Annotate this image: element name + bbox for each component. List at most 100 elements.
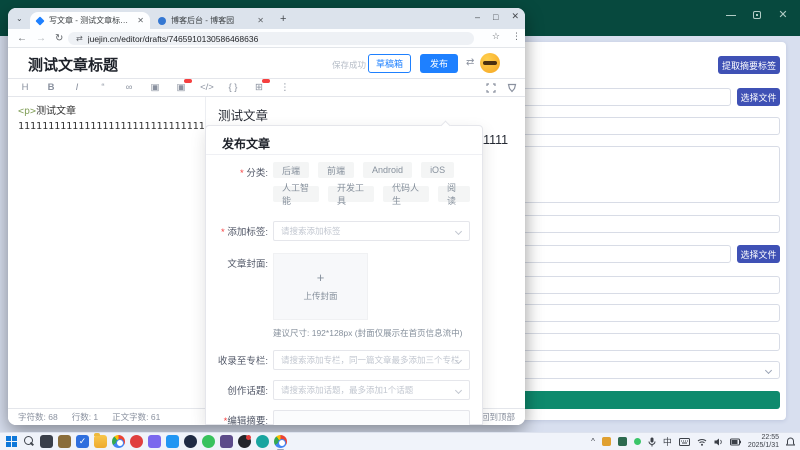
blockquote-icon[interactable]: “ bbox=[96, 82, 110, 93]
tab-search-icon[interactable]: ⌄ bbox=[16, 15, 24, 23]
close-icon[interactable]: ✕ bbox=[778, 10, 788, 20]
minimize-icon[interactable] bbox=[726, 10, 736, 20]
category-tag-codelife[interactable]: 代码人生 bbox=[383, 186, 429, 202]
chevron-down-icon bbox=[455, 228, 462, 235]
chrome-icon[interactable] bbox=[112, 435, 125, 448]
dialog-title: 发布文章 bbox=[222, 135, 270, 152]
tray-time: 22:55 bbox=[748, 434, 779, 442]
volume-icon[interactable] bbox=[714, 438, 723, 446]
reload-icon[interactable]: ↻ bbox=[55, 33, 63, 44]
column-label: 收录至专栏: bbox=[206, 350, 268, 370]
category-tag-ai[interactable]: 人工智能 bbox=[273, 186, 319, 202]
line-count: 行数: 1 bbox=[72, 412, 98, 422]
tray-shield-icon[interactable] bbox=[618, 437, 627, 446]
url-text[interactable]: juejin.cn/editor/drafts/7465910130586468… bbox=[88, 34, 259, 44]
minimize-icon[interactable]: – bbox=[475, 12, 480, 22]
bookmark-star-icon[interactable]: ☆ bbox=[492, 31, 500, 42]
markdown-source-pane[interactable]: <p>测试文章 11111111111111111111111111111111… bbox=[8, 97, 205, 408]
github-desktop-icon[interactable] bbox=[220, 435, 233, 448]
close-tab-icon[interactable]: ✕ bbox=[257, 16, 264, 25]
taskbar-app-red[interactable] bbox=[130, 435, 143, 448]
tab-juejin-editor[interactable]: 写文章 - 测试文章标题 - 掘金 ✕ bbox=[30, 12, 150, 29]
extract-summary-button[interactable]: 提取摘要标签 bbox=[718, 56, 780, 74]
tray-expand-icon[interactable]: ^ bbox=[591, 437, 595, 447]
bold-icon[interactable]: B bbox=[44, 82, 58, 93]
upload-cover-label: 上传封面 bbox=[303, 290, 337, 302]
tray-green-dot-icon[interactable] bbox=[634, 438, 641, 445]
taskbar-app-black-red[interactable] bbox=[238, 435, 251, 448]
category-tag-android[interactable]: Android bbox=[363, 162, 412, 178]
table-icon[interactable]: ⊞ bbox=[252, 82, 266, 93]
char-count: 字符数: 68 bbox=[18, 412, 58, 422]
address-bar[interactable]: ⇄ juejin.cn/editor/drafts/74659101305864… bbox=[68, 32, 474, 45]
inline-code-icon[interactable]: { } bbox=[226, 82, 240, 93]
sync-icon[interactable]: ⇄ bbox=[466, 57, 474, 68]
summary-textarea[interactable] bbox=[273, 410, 470, 425]
new-tab-button[interactable]: + bbox=[280, 13, 286, 25]
maximize-icon[interactable]: □ bbox=[493, 12, 498, 22]
column-select[interactable]: 请搜索添加专栏，同一篇文章最多添加三个专栏 bbox=[273, 350, 470, 370]
choose-file-button[interactable]: 选择文件 bbox=[737, 245, 780, 263]
new-badge bbox=[184, 79, 192, 83]
maximize-icon[interactable] bbox=[752, 10, 762, 20]
topic-select[interactable]: 请搜索添加话题，最多添加1个话题 bbox=[273, 380, 470, 400]
close-icon[interactable]: ✕ bbox=[511, 11, 519, 22]
task-view-icon[interactable] bbox=[40, 435, 53, 448]
browser-toolbar: ← → ↻ ⇄ juejin.cn/editor/drafts/74659101… bbox=[8, 29, 525, 48]
back-icon[interactable]: ← bbox=[17, 33, 27, 44]
desktop: ✕ 提取摘要标签 选择文件 选择文件 bbox=[0, 0, 800, 450]
category-tag-frontend[interactable]: 前端 bbox=[318, 162, 354, 178]
source-text: 测试文章 bbox=[36, 106, 76, 117]
wechat-icon[interactable] bbox=[202, 435, 215, 448]
article-title-input[interactable]: 测试文章标题 bbox=[28, 54, 118, 75]
publish-button[interactable]: 发布 bbox=[420, 54, 458, 73]
vscode-icon[interactable] bbox=[166, 435, 179, 448]
file-explorer-icon[interactable] bbox=[94, 435, 107, 448]
taskbar-app-todo[interactable] bbox=[76, 435, 89, 448]
heading-icon[interactable]: H bbox=[18, 82, 32, 93]
back-to-top-button[interactable]: 回到顶部 bbox=[481, 411, 515, 423]
add-tag-select[interactable]: 请搜索添加标签 bbox=[273, 221, 470, 241]
body-count: 正文字数: 61 bbox=[112, 412, 160, 422]
forward-icon[interactable]: → bbox=[36, 33, 46, 44]
italic-icon[interactable]: I bbox=[70, 82, 84, 93]
tray-key-icon[interactable] bbox=[602, 437, 611, 446]
category-tag-devtools[interactable]: 开发工具 bbox=[328, 186, 374, 202]
wifi-icon[interactable] bbox=[697, 438, 707, 446]
taskbar-app-briefcase[interactable] bbox=[58, 435, 71, 448]
taskbar-app-teal[interactable] bbox=[256, 435, 269, 448]
category-label: 分类: bbox=[246, 168, 268, 179]
link-icon[interactable]: ∞ bbox=[122, 82, 136, 93]
fullscreen-icon[interactable] bbox=[486, 83, 496, 93]
cover-upload-box[interactable]: + 上传封面 bbox=[273, 253, 368, 320]
category-tag-backend[interactable]: 后端 bbox=[273, 162, 309, 178]
tray-clock[interactable]: 22:55 2025/1/31 bbox=[748, 434, 779, 450]
taskbar-app-purple[interactable] bbox=[148, 435, 161, 448]
site-info-icon[interactable]: ⇄ bbox=[76, 34, 83, 43]
style-settings-icon[interactable] bbox=[507, 83, 517, 93]
more-tools-icon[interactable]: ⋮ bbox=[278, 82, 292, 93]
battery-icon[interactable] bbox=[730, 438, 741, 446]
avatar[interactable] bbox=[480, 53, 500, 73]
required-mark: * bbox=[240, 168, 244, 179]
category-tag-ios[interactable]: iOS bbox=[421, 162, 454, 178]
microphone-icon[interactable] bbox=[648, 437, 656, 447]
notifications-bell-icon[interactable] bbox=[786, 437, 795, 447]
search-icon[interactable] bbox=[22, 435, 35, 448]
category-tag-reading[interactable]: 阅读 bbox=[438, 186, 470, 202]
chevron-down-icon bbox=[765, 367, 772, 374]
start-button[interactable] bbox=[6, 436, 17, 447]
ime-indicator[interactable]: 中 bbox=[663, 437, 672, 447]
image-upload-icon[interactable]: ▣ bbox=[174, 82, 188, 93]
choose-file-button[interactable]: 选择文件 bbox=[737, 88, 780, 106]
draft-box-button[interactable]: 草稿箱 bbox=[368, 54, 411, 73]
plus-icon: + bbox=[317, 271, 325, 285]
browser-menu-icon[interactable]: ⋮ bbox=[512, 31, 521, 42]
image-icon[interactable]: ▣ bbox=[148, 82, 162, 93]
chrome-active-icon[interactable] bbox=[274, 435, 287, 448]
code-block-icon[interactable]: </> bbox=[200, 82, 214, 93]
tab-cnblogs-admin[interactable]: 博客后台 - 博客园 ✕ bbox=[152, 12, 270, 29]
keyboard-icon[interactable] bbox=[679, 438, 690, 446]
close-tab-icon[interactable]: ✕ bbox=[137, 16, 144, 25]
taskbar-app-darknavy[interactable] bbox=[184, 435, 197, 448]
